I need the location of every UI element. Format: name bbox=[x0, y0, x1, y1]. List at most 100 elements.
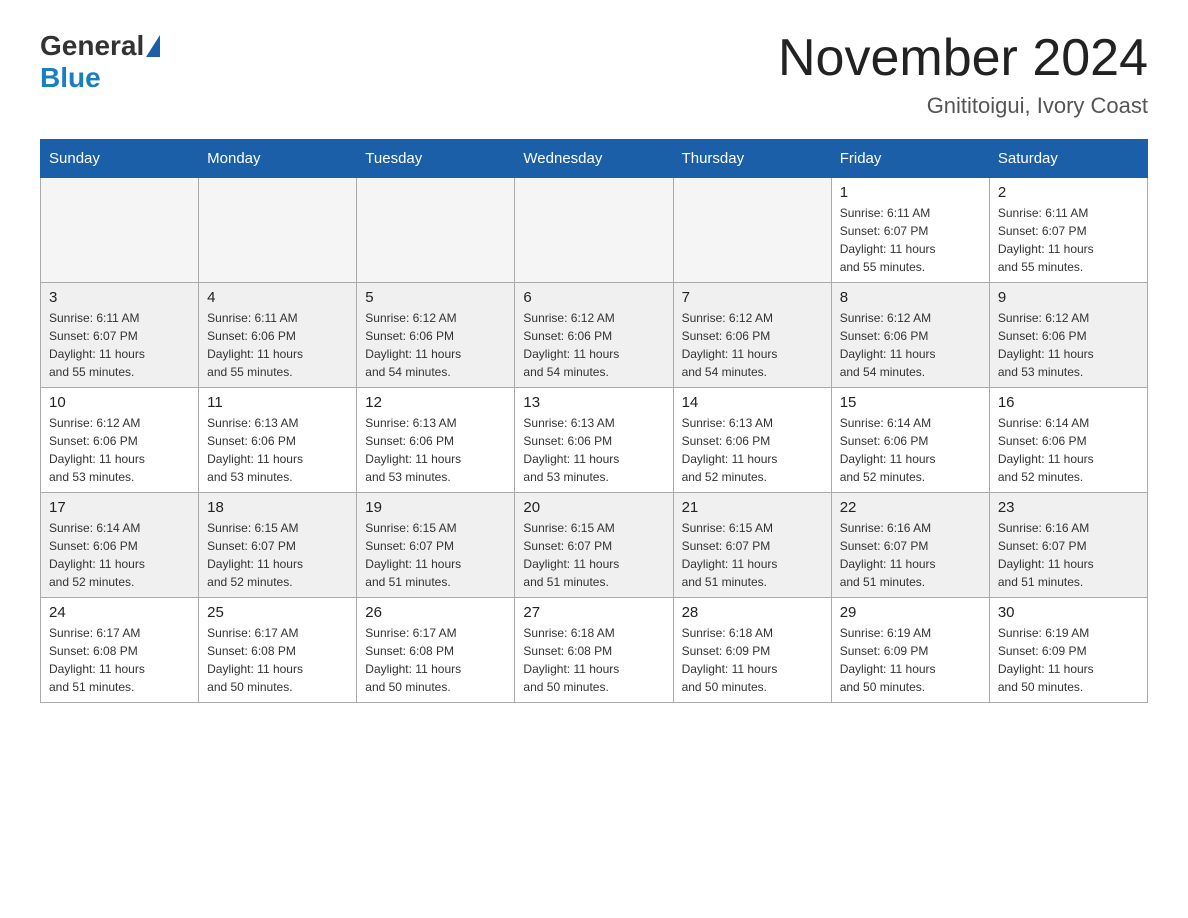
day-number: 9 bbox=[998, 289, 1139, 306]
day-number: 6 bbox=[523, 289, 664, 306]
day-info: Sunrise: 6:17 AMSunset: 6:08 PMDaylight:… bbox=[207, 624, 348, 696]
day-info: Sunrise: 6:12 AMSunset: 6:06 PMDaylight:… bbox=[840, 309, 981, 381]
day-info: Sunrise: 6:12 AMSunset: 6:06 PMDaylight:… bbox=[682, 309, 823, 381]
day-info: Sunrise: 6:13 AMSunset: 6:06 PMDaylight:… bbox=[207, 414, 348, 486]
day-info: Sunrise: 6:11 AMSunset: 6:06 PMDaylight:… bbox=[207, 309, 348, 381]
calendar-cell: 12Sunrise: 6:13 AMSunset: 6:06 PMDayligh… bbox=[357, 388, 515, 493]
day-number: 20 bbox=[523, 499, 664, 516]
page-header: General Blue November 2024 Gnititoigui, … bbox=[40, 30, 1148, 119]
day-info: Sunrise: 6:11 AMSunset: 6:07 PMDaylight:… bbox=[49, 309, 190, 381]
day-number: 18 bbox=[207, 499, 348, 516]
calendar-cell bbox=[199, 178, 357, 283]
day-info: Sunrise: 6:14 AMSunset: 6:06 PMDaylight:… bbox=[840, 414, 981, 486]
weekday-header-sunday: Sunday bbox=[41, 140, 199, 178]
day-number: 5 bbox=[365, 289, 506, 306]
weekday-header-monday: Monday bbox=[199, 140, 357, 178]
calendar-cell: 9 Sunrise: 6:12 AMSunset: 6:06 PMDaylight… bbox=[989, 283, 1147, 388]
weekday-header-friday: Friday bbox=[831, 140, 989, 178]
day-info: Sunrise: 6:14 AMSunset: 6:06 PMDaylight:… bbox=[49, 519, 190, 591]
day-number: 3 bbox=[49, 289, 190, 306]
calendar-cell: 2 Sunrise: 6:11 AMSunset: 6:07 PMDaylight… bbox=[989, 178, 1147, 283]
day-info: Sunrise: 6:18 AMSunset: 6:09 PMDaylight:… bbox=[682, 624, 823, 696]
day-info: Sunrise: 6:13 AMSunset: 6:06 PMDaylight:… bbox=[523, 414, 664, 486]
logo-blue-text: Blue bbox=[40, 62, 101, 93]
calendar-cell bbox=[673, 178, 831, 283]
calendar-cell: 22Sunrise: 6:16 AMSunset: 6:07 PMDayligh… bbox=[831, 493, 989, 598]
day-number: 4 bbox=[207, 289, 348, 306]
day-info: Sunrise: 6:17 AMSunset: 6:08 PMDaylight:… bbox=[365, 624, 506, 696]
day-number: 21 bbox=[682, 499, 823, 516]
calendar-cell: 1 Sunrise: 6:11 AMSunset: 6:07 PMDaylight… bbox=[831, 178, 989, 283]
day-number: 14 bbox=[682, 394, 823, 411]
calendar-week-row: 17 Sunrise: 6:14 AMSunset: 6:06 PMDayligh… bbox=[41, 493, 1148, 598]
calendar-cell: 28Sunrise: 6:18 AMSunset: 6:09 PMDayligh… bbox=[673, 598, 831, 703]
day-info: Sunrise: 6:16 AMSunset: 6:07 PMDaylight:… bbox=[998, 519, 1139, 591]
calendar-table: SundayMondayTuesdayWednesdayThursdayFrid… bbox=[40, 139, 1148, 703]
calendar-cell: 30 Sunrise: 6:19 AMSunset: 6:09 PMDayligh… bbox=[989, 598, 1147, 703]
calendar-cell: 24 Sunrise: 6:17 AMSunset: 6:08 PMDayligh… bbox=[41, 598, 199, 703]
day-number: 30 bbox=[998, 604, 1139, 621]
day-number: 19 bbox=[365, 499, 506, 516]
calendar-cell: 21 Sunrise: 6:15 AMSunset: 6:07 PMDayligh… bbox=[673, 493, 831, 598]
calendar-cell: 27 Sunrise: 6:18 AMSunset: 6:08 PMDayligh… bbox=[515, 598, 673, 703]
calendar-week-row: 1 Sunrise: 6:11 AMSunset: 6:07 PMDaylight… bbox=[41, 178, 1148, 283]
day-info: Sunrise: 6:12 AMSunset: 6:06 PMDaylight:… bbox=[49, 414, 190, 486]
day-info: Sunrise: 6:16 AMSunset: 6:07 PMDaylight:… bbox=[840, 519, 981, 591]
calendar-cell: 10Sunrise: 6:12 AMSunset: 6:06 PMDayligh… bbox=[41, 388, 199, 493]
month-title: November 2024 bbox=[778, 30, 1148, 87]
day-info: Sunrise: 6:13 AMSunset: 6:06 PMDaylight:… bbox=[682, 414, 823, 486]
day-number: 17 bbox=[49, 499, 190, 516]
day-number: 13 bbox=[523, 394, 664, 411]
day-info: Sunrise: 6:12 AMSunset: 6:06 PMDaylight:… bbox=[998, 309, 1139, 381]
day-number: 11 bbox=[207, 394, 348, 411]
calendar-cell: 4 Sunrise: 6:11 AMSunset: 6:06 PMDaylight… bbox=[199, 283, 357, 388]
day-info: Sunrise: 6:12 AMSunset: 6:06 PMDaylight:… bbox=[365, 309, 506, 381]
calendar-cell: 15 Sunrise: 6:14 AMSunset: 6:06 PMDayligh… bbox=[831, 388, 989, 493]
day-info: Sunrise: 6:19 AMSunset: 6:09 PMDaylight:… bbox=[840, 624, 981, 696]
calendar-cell: 18 Sunrise: 6:15 AMSunset: 6:07 PMDayligh… bbox=[199, 493, 357, 598]
calendar-week-row: 3 Sunrise: 6:11 AMSunset: 6:07 PMDaylight… bbox=[41, 283, 1148, 388]
day-number: 12 bbox=[365, 394, 506, 411]
day-info: Sunrise: 6:15 AMSunset: 6:07 PMDaylight:… bbox=[207, 519, 348, 591]
logo-general-text: General bbox=[40, 30, 144, 62]
day-number: 15 bbox=[840, 394, 981, 411]
calendar-cell: 17 Sunrise: 6:14 AMSunset: 6:06 PMDayligh… bbox=[41, 493, 199, 598]
day-info: Sunrise: 6:11 AMSunset: 6:07 PMDaylight:… bbox=[998, 204, 1139, 276]
weekday-header-row: SundayMondayTuesdayWednesdayThursdayFrid… bbox=[41, 140, 1148, 178]
day-info: Sunrise: 6:15 AMSunset: 6:07 PMDaylight:… bbox=[682, 519, 823, 591]
day-info: Sunrise: 6:11 AMSunset: 6:07 PMDaylight:… bbox=[840, 204, 981, 276]
calendar-cell: 25 Sunrise: 6:17 AMSunset: 6:08 PMDayligh… bbox=[199, 598, 357, 703]
calendar-cell: 8 Sunrise: 6:12 AMSunset: 6:06 PMDaylight… bbox=[831, 283, 989, 388]
day-info: Sunrise: 6:19 AMSunset: 6:09 PMDaylight:… bbox=[998, 624, 1139, 696]
calendar-cell: 16 Sunrise: 6:14 AMSunset: 6:06 PMDayligh… bbox=[989, 388, 1147, 493]
weekday-header-saturday: Saturday bbox=[989, 140, 1147, 178]
day-info: Sunrise: 6:15 AMSunset: 6:07 PMDaylight:… bbox=[523, 519, 664, 591]
day-info: Sunrise: 6:17 AMSunset: 6:08 PMDaylight:… bbox=[49, 624, 190, 696]
day-number: 7 bbox=[682, 289, 823, 306]
calendar-cell: 26Sunrise: 6:17 AMSunset: 6:08 PMDayligh… bbox=[357, 598, 515, 703]
day-number: 25 bbox=[207, 604, 348, 621]
day-number: 29 bbox=[840, 604, 981, 621]
calendar-cell bbox=[515, 178, 673, 283]
calendar-cell bbox=[41, 178, 199, 283]
calendar-cell: 14 Sunrise: 6:13 AMSunset: 6:06 PMDayligh… bbox=[673, 388, 831, 493]
day-info: Sunrise: 6:15 AMSunset: 6:07 PMDaylight:… bbox=[365, 519, 506, 591]
day-number: 16 bbox=[998, 394, 1139, 411]
calendar-cell: 5 Sunrise: 6:12 AMSunset: 6:06 PMDaylight… bbox=[357, 283, 515, 388]
day-info: Sunrise: 6:18 AMSunset: 6:08 PMDaylight:… bbox=[523, 624, 664, 696]
day-number: 2 bbox=[998, 184, 1139, 201]
weekday-header-wednesday: Wednesday bbox=[515, 140, 673, 178]
logo-triangle-icon bbox=[146, 35, 160, 57]
weekday-header-tuesday: Tuesday bbox=[357, 140, 515, 178]
day-number: 27 bbox=[523, 604, 664, 621]
day-number: 24 bbox=[49, 604, 190, 621]
day-info: Sunrise: 6:14 AMSunset: 6:06 PMDaylight:… bbox=[998, 414, 1139, 486]
calendar-cell: 20 Sunrise: 6:15 AMSunset: 6:07 PMDayligh… bbox=[515, 493, 673, 598]
logo: General Blue bbox=[40, 30, 162, 94]
title-section: November 2024 Gnititoigui, Ivory Coast bbox=[778, 30, 1148, 119]
calendar-cell: 19 Sunrise: 6:15 AMSunset: 6:07 PMDayligh… bbox=[357, 493, 515, 598]
day-number: 1 bbox=[840, 184, 981, 201]
calendar-cell: 3 Sunrise: 6:11 AMSunset: 6:07 PMDaylight… bbox=[41, 283, 199, 388]
day-number: 8 bbox=[840, 289, 981, 306]
calendar-cell: 13 Sunrise: 6:13 AMSunset: 6:06 PMDayligh… bbox=[515, 388, 673, 493]
